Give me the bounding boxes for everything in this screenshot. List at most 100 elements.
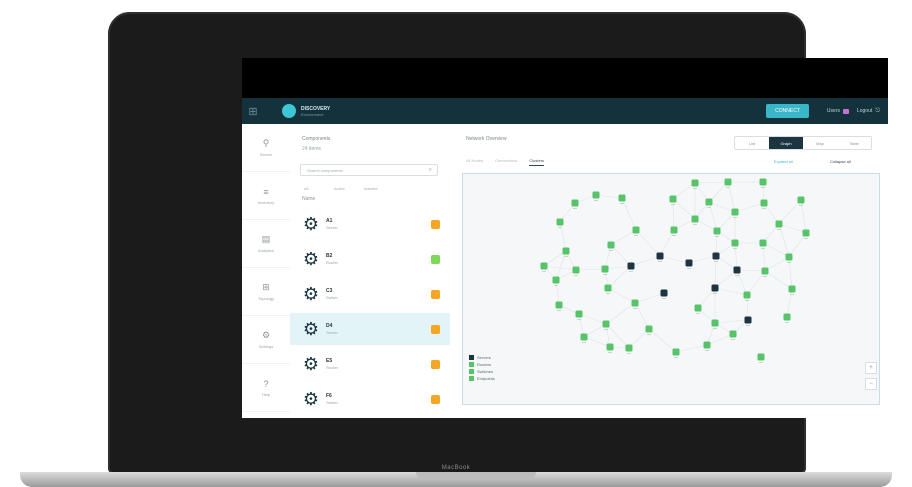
graph-node[interactable] bbox=[694, 304, 702, 312]
grid-icon[interactable]: ⊞ bbox=[242, 98, 264, 124]
graph-node[interactable] bbox=[555, 301, 563, 309]
graph-node[interactable] bbox=[552, 276, 560, 284]
graph-node[interactable] bbox=[580, 333, 588, 341]
sort-label[interactable]: Name bbox=[302, 196, 315, 202]
network-graph[interactable]: Servers Routers Switches Endpoints + − bbox=[462, 173, 880, 405]
graph-node[interactable] bbox=[731, 208, 739, 216]
graph-node[interactable] bbox=[632, 226, 640, 234]
list-item[interactable]: ⚙ B2 Router bbox=[290, 243, 450, 275]
view-table-button[interactable]: Table bbox=[837, 137, 871, 149]
view-map-button[interactable]: Map bbox=[803, 137, 837, 149]
graph-node[interactable] bbox=[656, 252, 664, 260]
graph-node[interactable] bbox=[672, 348, 680, 356]
graph-canvas[interactable] bbox=[463, 174, 879, 404]
list-item[interactable]: ⚙ A1 Server bbox=[290, 208, 450, 240]
filter-all[interactable]: All bbox=[304, 186, 308, 191]
users-link[interactable]: Users bbox=[827, 108, 849, 114]
filter-active[interactable]: Active bbox=[334, 186, 345, 191]
list-item[interactable]: ⚙ E5 Router bbox=[290, 348, 450, 380]
item-text: D4 Server bbox=[326, 323, 431, 335]
graph-node[interactable] bbox=[606, 343, 614, 351]
tab-all-nodes[interactable]: All Nodes bbox=[466, 158, 483, 166]
graph-node[interactable] bbox=[802, 229, 810, 237]
graph-node[interactable] bbox=[691, 179, 699, 187]
list-item[interactable]: ⚙ D4 Server bbox=[290, 313, 450, 345]
graph-node[interactable] bbox=[785, 253, 793, 261]
graph-node[interactable] bbox=[724, 178, 732, 186]
graph-node[interactable] bbox=[711, 319, 719, 327]
graph-node-caption bbox=[620, 203, 624, 204]
graph-node[interactable] bbox=[670, 226, 678, 234]
collapse-all-link[interactable]: Collapse all bbox=[830, 159, 851, 164]
filter-inactive[interactable]: Inactive bbox=[364, 186, 378, 191]
item-type: Switch bbox=[326, 400, 338, 405]
graph-node[interactable] bbox=[618, 194, 626, 202]
graph-node[interactable] bbox=[660, 289, 668, 297]
logout-link[interactable]: Logout ⎋ bbox=[857, 108, 880, 115]
nav-item-settings[interactable]: ⚙ Settings bbox=[242, 316, 290, 364]
graph-edge bbox=[762, 242, 766, 272]
graph-node[interactable] bbox=[757, 353, 765, 361]
graph-node-caption bbox=[715, 236, 719, 237]
graph-node[interactable] bbox=[711, 284, 719, 292]
view-graph-button[interactable]: Graph bbox=[769, 137, 803, 149]
main-tabs: All Nodes Connections Clusters bbox=[466, 158, 545, 166]
nav-item-help[interactable]: ? Help bbox=[242, 364, 290, 412]
graph-node[interactable] bbox=[631, 299, 639, 307]
zoom-out-button[interactable]: − bbox=[865, 378, 877, 390]
graph-node[interactable] bbox=[788, 285, 796, 293]
graph-node[interactable] bbox=[712, 252, 720, 260]
list-item[interactable]: ⚙ C3 Switch bbox=[290, 278, 450, 310]
graph-node[interactable] bbox=[571, 199, 579, 207]
graph-node[interactable] bbox=[775, 220, 783, 228]
zoom-in-button[interactable]: + bbox=[865, 362, 877, 374]
graph-node-caption bbox=[745, 300, 749, 301]
graph-node[interactable] bbox=[604, 284, 612, 292]
graph-node[interactable] bbox=[572, 266, 580, 274]
graph-node[interactable] bbox=[733, 266, 741, 274]
graph-edge bbox=[734, 202, 765, 213]
graph-node-caption bbox=[603, 274, 607, 275]
graph-node[interactable] bbox=[744, 316, 752, 324]
graph-node[interactable] bbox=[556, 218, 564, 226]
connect-button[interactable]: CONNECT bbox=[766, 104, 809, 118]
graph-node[interactable] bbox=[759, 178, 767, 186]
graph-node[interactable] bbox=[601, 265, 609, 273]
nav-item-search[interactable]: ⚲ Search bbox=[242, 124, 290, 172]
graph-node[interactable] bbox=[713, 227, 721, 235]
graph-node-caption bbox=[762, 208, 766, 209]
graph-node[interactable] bbox=[645, 325, 653, 333]
graph-node[interactable] bbox=[562, 247, 570, 255]
graph-node[interactable] bbox=[540, 262, 548, 270]
graph-node-caption bbox=[705, 350, 709, 351]
graph-node[interactable] bbox=[703, 341, 711, 349]
tab-connections[interactable]: Connections bbox=[495, 158, 517, 166]
graph-node[interactable] bbox=[759, 239, 767, 247]
graph-node[interactable] bbox=[761, 267, 769, 275]
graph-node[interactable] bbox=[625, 344, 633, 352]
graph-node[interactable] bbox=[669, 195, 677, 203]
graph-node[interactable] bbox=[602, 320, 610, 328]
graph-node[interactable] bbox=[760, 199, 768, 207]
list-item[interactable]: ⚙ F6 Switch bbox=[290, 383, 450, 415]
search-input[interactable]: Search components ⌕ bbox=[300, 164, 438, 176]
graph-node[interactable] bbox=[783, 313, 791, 321]
graph-node[interactable] bbox=[729, 330, 737, 338]
graph-node[interactable] bbox=[607, 241, 615, 249]
graph-node[interactable] bbox=[743, 291, 751, 299]
graph-node[interactable] bbox=[685, 259, 693, 267]
tab-clusters[interactable]: Clusters bbox=[529, 158, 545, 166]
graph-node[interactable] bbox=[627, 262, 635, 270]
expand-all-link[interactable]: Expand all bbox=[774, 159, 793, 164]
status-badge bbox=[431, 289, 440, 299]
nav-item-topology[interactable]: ⊞ Topology bbox=[242, 268, 290, 316]
graph-node[interactable] bbox=[592, 191, 600, 199]
nav-item-inventory[interactable]: ≡ Inventory bbox=[242, 172, 290, 220]
nav-item-analytics[interactable]: ▤ Analytics bbox=[242, 220, 290, 268]
graph-node[interactable] bbox=[731, 239, 739, 247]
graph-node[interactable] bbox=[691, 215, 699, 223]
graph-node[interactable] bbox=[575, 310, 583, 318]
graph-node[interactable] bbox=[705, 198, 713, 206]
graph-node[interactable] bbox=[797, 196, 805, 204]
view-list-button[interactable]: List bbox=[735, 137, 769, 149]
